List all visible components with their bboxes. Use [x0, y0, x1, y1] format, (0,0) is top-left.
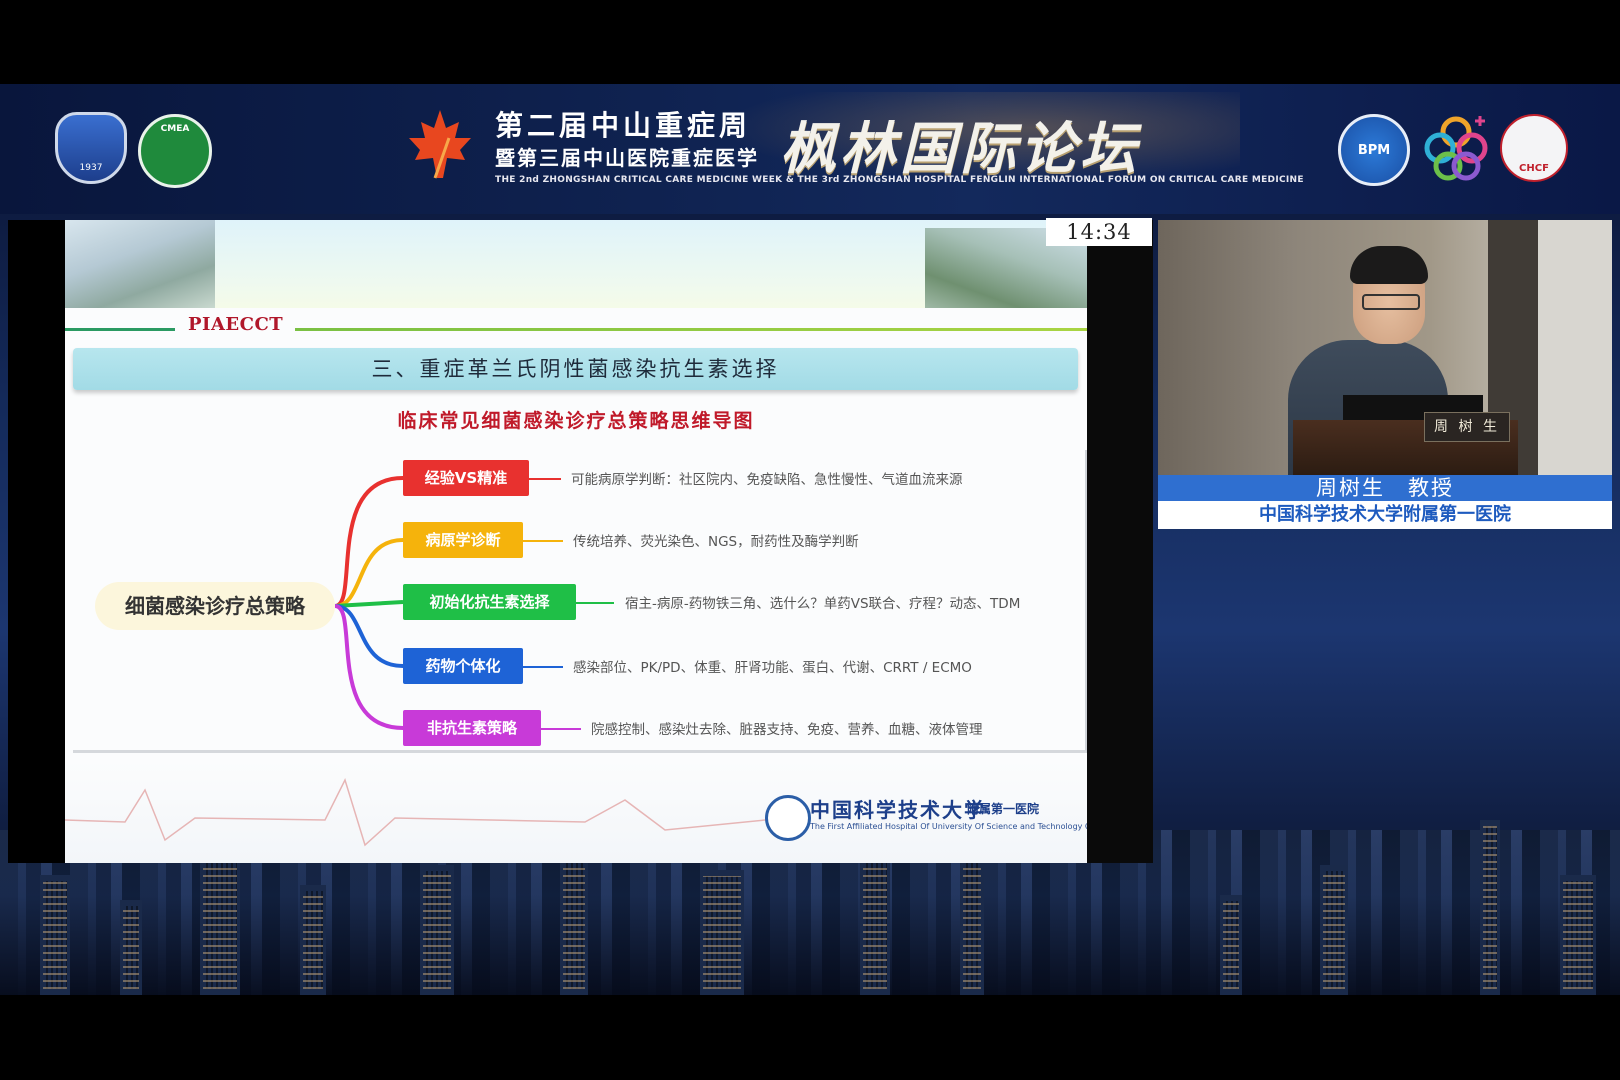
- cmea-logo-text: CMEA: [160, 124, 190, 134]
- footer-english-name: The First Affiliated Hospital Of Univers…: [810, 822, 1087, 831]
- footer-ecg-decoration: [65, 777, 765, 847]
- connector-nonantibiotic: [334, 604, 404, 730]
- branch-pathogen: 病原学诊断: [403, 522, 523, 558]
- desc-line-non-antibiotic: [541, 728, 581, 730]
- branch-non-antibiotic: 非抗生素策略: [403, 710, 541, 746]
- speaker-glasses: [1362, 294, 1420, 310]
- university-emblem-icon: [765, 795, 811, 841]
- desc-non-antibiotic: 院感控制、感染灶去除、脏器支持、免疫、营养、血糖、液体管理: [591, 722, 983, 738]
- speaker-caption: 周树生 教授 中国科学技术大学附属第一医院: [1158, 475, 1612, 529]
- slide-right-margin: [1087, 220, 1153, 863]
- bpm-logo-text: BPM: [1357, 142, 1391, 158]
- desc-empirical: 可能病原学判断：社区院内、免疫缺陷、急性慢性、气道血流来源: [571, 472, 963, 488]
- desc-individualized: 感染部位、PK/PD、体重、肝肾功能、蛋白、代谢、CRRT / ECMO: [573, 660, 972, 676]
- video-wall: [1538, 220, 1612, 475]
- desc-pathogen: 传统培养、荧光染色、NGS，耐药性及酶学判断: [573, 534, 859, 550]
- presentation-slide: PIAECCT 三、重症革兰氏阴性菌感染抗生素选择 临床常见细菌感染诊疗总策略思…: [65, 220, 1087, 863]
- speaker-nameplate: 周 树 生: [1424, 412, 1510, 442]
- mindmap-root: 细菌感染诊疗总策略: [95, 582, 335, 630]
- banner-title-line1: 第二届中山重症周: [495, 109, 752, 142]
- speaker-hair: [1350, 246, 1428, 284]
- branch-empirical: 经验VS精准: [403, 460, 529, 496]
- speaker-video: 周 树 生: [1158, 220, 1612, 475]
- desc-line-empirical: [529, 478, 561, 480]
- flower-logo-icon: [1424, 116, 1488, 181]
- slide-left-margin: [8, 220, 65, 863]
- bpm-logo: BPM: [1338, 114, 1410, 186]
- maple-leaf-icon: [409, 110, 471, 179]
- bottom-letterbox: [0, 995, 1620, 1080]
- desc-initial: 宿主-病原-药物铁三角、选什么？单药VS联合、疗程？动态、TDM: [625, 596, 1021, 612]
- cmea-logo: CMEA: [138, 114, 212, 188]
- top-letterbox: [0, 0, 1620, 84]
- desc-line-individualized: [523, 666, 563, 668]
- footer-university-name: 中国科学技术大学: [810, 798, 986, 822]
- banner-title-big: 枫林国际论坛: [780, 117, 1140, 182]
- chcf-logo-text: CHCF: [1519, 162, 1549, 174]
- speaker-affiliation: 中国科学技术大学附属第一医院: [1158, 501, 1612, 529]
- chcf-logo: CHCF: [1500, 114, 1568, 182]
- speaker-name-title: 周树生 教授: [1158, 475, 1612, 501]
- desc-line-pathogen: [523, 540, 563, 542]
- footer-hospital-suffix: 附属第一医院: [967, 802, 1040, 816]
- branch-individualized: 药物个体化: [403, 648, 523, 684]
- banner-subtitle: THE 2nd ZHONGSHAN CRITICAL CARE MEDICINE…: [495, 175, 1304, 185]
- branch-initial-antibiotic: 初始化抗生素选择: [403, 584, 576, 620]
- shield-logo-year: 1937: [79, 163, 103, 173]
- banner-title-line2: 暨第三届中山医院重症医学: [495, 146, 759, 170]
- desc-line-initial: [576, 602, 614, 604]
- hospital-shield-logo: 1937: [55, 112, 127, 184]
- clock-display: 14:34: [1046, 218, 1152, 246]
